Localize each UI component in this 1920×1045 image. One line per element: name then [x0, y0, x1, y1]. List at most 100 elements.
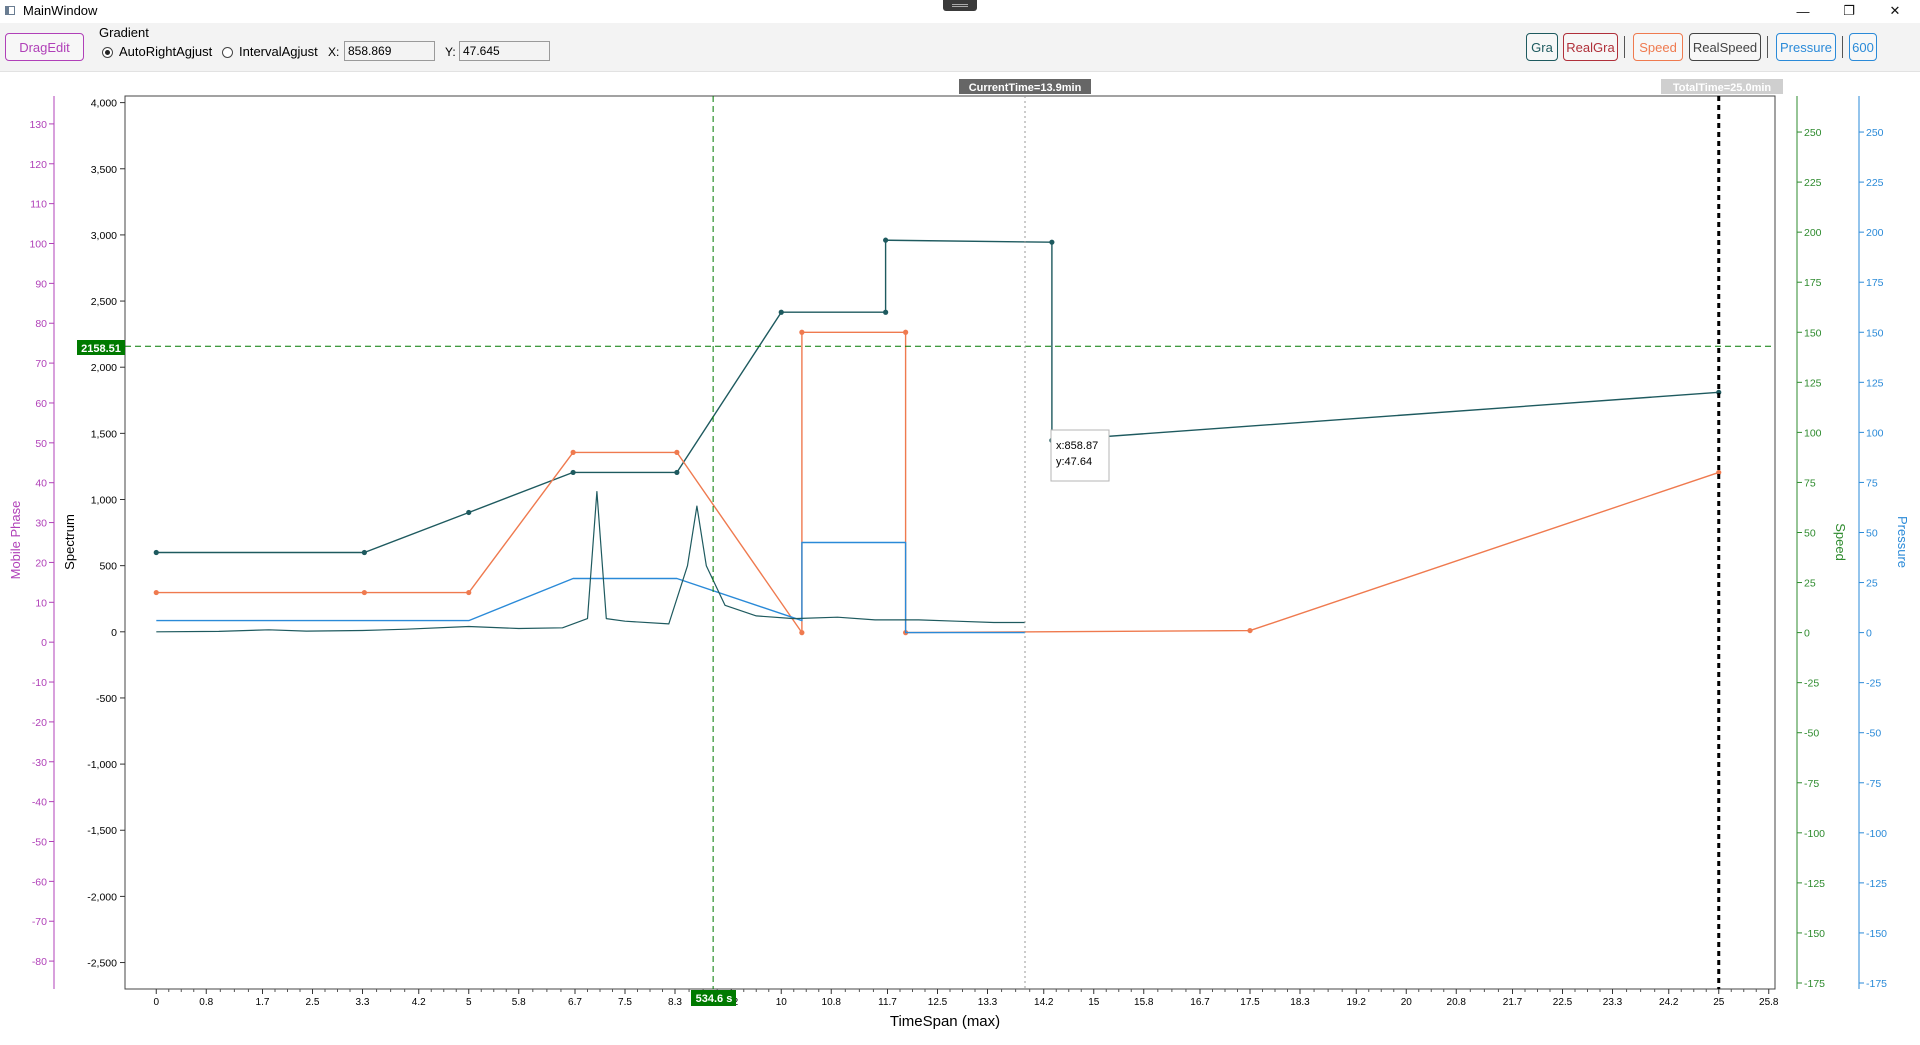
x-tick-label: 25.8: [1759, 997, 1779, 1008]
toolbar-separator: [1767, 36, 1768, 58]
pressure-button[interactable]: Pressure: [1776, 33, 1836, 61]
chart-svg[interactable]: 00.81.72.53.34.255.86.77.58.39.21010.811…: [0, 72, 1920, 1040]
speed-tick-label: -50: [1804, 728, 1819, 740]
mobile-phase-tick-label: -40: [32, 797, 47, 809]
pressure-tick-label: -150: [1866, 928, 1887, 940]
spectrum-tick-label: 2,000: [91, 362, 117, 374]
mobile-phase-tick-label: 40: [35, 478, 47, 490]
x-tick-label: 24.2: [1659, 997, 1679, 1008]
mobile-phase-tick-label: 50: [35, 438, 47, 450]
pressure-tick-label: 150: [1866, 327, 1884, 339]
auto-right-label: AutoRightAgjust: [119, 44, 213, 59]
gradient-label: Gradient: [99, 25, 149, 40]
auto-right-radio[interactable]: [102, 47, 113, 58]
pressure-tick-label: 0: [1866, 628, 1872, 640]
y-input[interactable]: [459, 41, 550, 61]
speed-tick-label: -75: [1804, 778, 1819, 790]
toolbar: DragEdit Gradient AutoRightAgjust Interv…: [0, 23, 1920, 72]
pressure-tick-label: 75: [1866, 477, 1878, 489]
x-tick-label: 16.7: [1190, 997, 1210, 1008]
speed-tick-label: 100: [1804, 427, 1822, 439]
x-tick-label: 25: [1713, 997, 1725, 1008]
mobile-phase-tick-label: -80: [32, 956, 47, 968]
drag-grip-icon[interactable]: [943, 0, 977, 11]
speed-tick-label: -150: [1804, 928, 1825, 940]
x-tick-label: 23.3: [1603, 997, 1623, 1008]
x-tick-label: 14.2: [1034, 997, 1054, 1008]
minimize-icon[interactable]: —: [1780, 0, 1826, 22]
mobile-phase-tick-label: 130: [29, 119, 47, 131]
spectrum-tick-label: 0: [111, 627, 117, 639]
speed-tick-label: 0: [1804, 628, 1810, 640]
realgra-button[interactable]: RealGra: [1563, 33, 1618, 61]
x-marker-label: 534.6 s: [696, 993, 733, 1005]
gra-point: [570, 469, 576, 476]
x-tick-label: 15.8: [1134, 997, 1154, 1008]
speed-point: [674, 449, 680, 455]
spectrum-tick-label: -500: [96, 693, 117, 705]
speed-tick-label: 175: [1804, 277, 1822, 289]
speed-button[interactable]: Speed: [1633, 33, 1683, 61]
pressure-tick-label: -50: [1866, 728, 1881, 740]
drag-edit-button[interactable]: DragEdit: [5, 33, 84, 61]
mobile-phase-tick-label: -30: [32, 757, 47, 769]
n600-button[interactable]: 600: [1849, 33, 1877, 61]
window-title: MainWindow: [23, 3, 98, 18]
pressure-tick-label: -100: [1866, 828, 1887, 840]
spectrum-tick-label: -2,000: [87, 891, 117, 903]
x-input[interactable]: [344, 41, 435, 61]
x-tick-label: 11.7: [878, 997, 897, 1008]
gra-point: [778, 309, 784, 315]
interval-radio[interactable]: [222, 47, 233, 58]
x-tick-label: 8.3: [668, 997, 682, 1008]
mobile-phase-tick-label: 60: [35, 398, 47, 410]
gra-button[interactable]: Gra: [1526, 33, 1558, 61]
speed-axis-title: Speed: [1833, 523, 1848, 561]
pressure-tick-label: 125: [1866, 377, 1884, 389]
current-time-label: CurrentTime=13.9min: [969, 82, 1082, 94]
interval-label: IntervalAgjust: [239, 44, 318, 59]
pressure-tick-label: 25: [1866, 578, 1878, 590]
speed-tick-label: 125: [1804, 377, 1822, 389]
mobile-phase-tick-label: 90: [35, 278, 47, 290]
x-tick-label: 12.5: [928, 997, 948, 1008]
x-tick-label: 20.8: [1447, 997, 1467, 1008]
mobile-phase-tick-label: -60: [32, 876, 47, 888]
pressure-axis-title: Pressure: [1895, 516, 1910, 568]
pressure-tick-label: 250: [1866, 127, 1884, 139]
total-time-label: TotalTime=25.0min: [1673, 82, 1772, 94]
realspeed-button[interactable]: RealSpeed: [1689, 33, 1761, 61]
pressure-tick-label: 50: [1866, 527, 1878, 539]
maximize-icon[interactable]: ❐: [1826, 0, 1872, 22]
speed-tick-label: 75: [1804, 477, 1816, 489]
mobile-phase-tick-label: 30: [35, 518, 47, 530]
pressure-tick-label: -125: [1866, 878, 1887, 890]
x-tick-label: 10: [776, 997, 788, 1008]
x-axis-title: TimeSpan (max): [890, 1013, 1000, 1030]
x-tick-label: 5: [466, 997, 472, 1008]
speed-point: [361, 589, 367, 596]
close-icon[interactable]: ✕: [1872, 0, 1918, 22]
toolbar-separator: [1624, 36, 1625, 58]
pressure-tick-label: 200: [1866, 227, 1884, 239]
mobile-phase-tick-label: -50: [32, 836, 47, 848]
chart-area[interactable]: 00.81.72.53.34.255.86.77.58.39.21010.811…: [0, 72, 1920, 1040]
gra-point: [883, 309, 889, 315]
speed-point: [903, 329, 909, 335]
spectrum-tick-label: 4,000: [91, 98, 117, 110]
speed-tick-label: 150: [1804, 327, 1822, 339]
title-bar: MainWindow — ❐ ✕: [0, 0, 1920, 22]
mobile-phase-tick-label: -10: [32, 677, 47, 689]
pressure-tick-label: 175: [1866, 277, 1884, 289]
y-marker-label: 2158.51: [81, 343, 121, 355]
y-label: Y:: [445, 45, 456, 59]
speed-tick-label: -125: [1804, 878, 1825, 890]
speed-tick-label: -100: [1804, 828, 1825, 840]
spectrum-tick-label: -1,500: [87, 825, 117, 837]
current-time-badge: CurrentTime=13.9min: [959, 79, 1091, 94]
mobile-phase-tick-label: 70: [35, 358, 47, 370]
spectrum-tick-label: 3,000: [91, 230, 117, 242]
spectrum-axis-title: Spectrum: [62, 514, 77, 570]
x-tick-label: 15: [1088, 997, 1100, 1008]
speed-point: [1247, 627, 1253, 634]
